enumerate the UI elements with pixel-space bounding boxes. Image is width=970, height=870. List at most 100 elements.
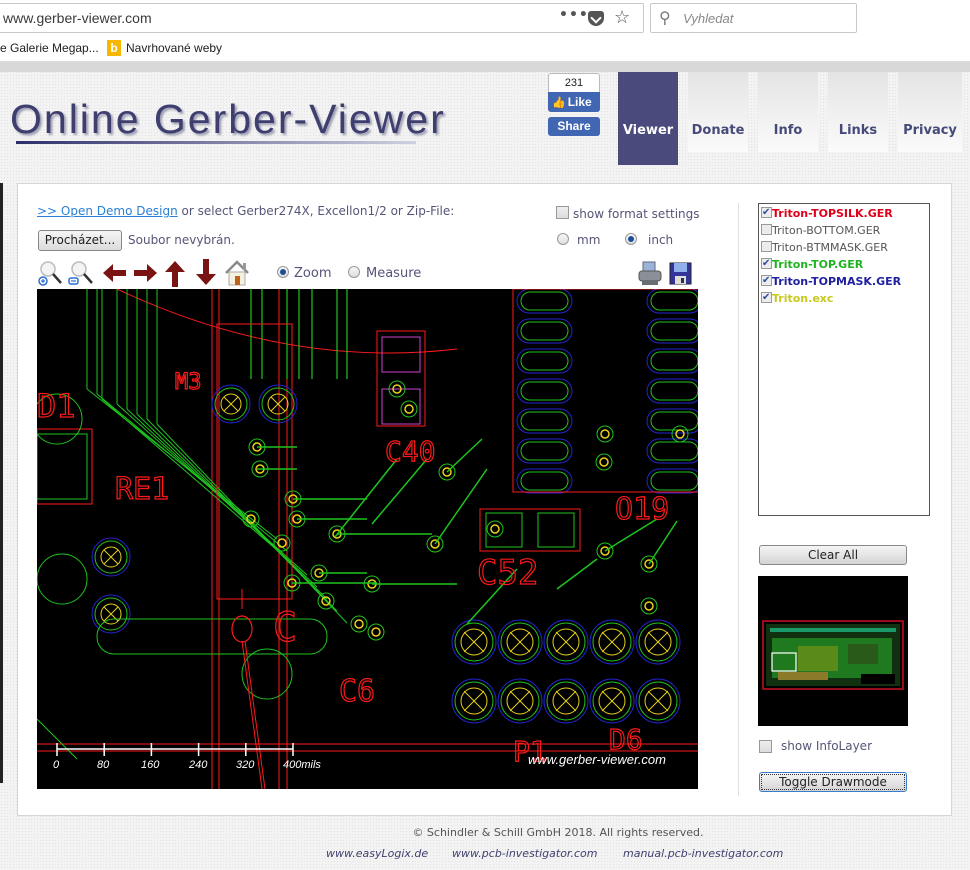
facebook-like-button[interactable]: 👍 Like: [548, 92, 600, 112]
show-format-settings-checkbox[interactable]: [556, 206, 569, 219]
clear-all-button[interactable]: Clear All: [759, 545, 907, 565]
unit-mm-radio[interactable]: [557, 233, 569, 245]
browse-button[interactable]: Procházet...: [38, 230, 122, 251]
footer-link-easylogix[interactable]: www.easyLogix.de: [326, 847, 428, 860]
pad-mask: [646, 468, 698, 494]
overview-minimap[interactable]: [758, 576, 908, 726]
layer-checkbox[interactable]: [761, 289, 772, 306]
layer-list: Triton-TOPSILK.GER Triton-BOTTOM.GER Tri…: [758, 203, 930, 516]
site-logo[interactable]: Online Gerber-Viewer: [10, 96, 446, 143]
layer-name: Triton-TOP.GER: [772, 258, 864, 271]
pan-right-button[interactable]: [131, 259, 157, 287]
trace: [371, 458, 428, 525]
mode-measure-radio[interactable]: [348, 266, 360, 278]
scale-tick-0: 0: [53, 759, 60, 771]
bookmark-galerie[interactable]: e Galerie Megap...: [0, 41, 99, 55]
footer-link-pcb-investigator[interactable]: www.pcb-investigator.com: [452, 847, 597, 860]
show-infolayer-checkbox[interactable]: [759, 740, 772, 753]
thumbs-up-icon: 👍: [552, 97, 566, 109]
pad: [650, 471, 698, 491]
via-drill: [354, 619, 364, 629]
layer-item[interactable]: Triton-TOPSILK.GER: [761, 204, 893, 222]
nav-tab-privacy[interactable]: Privacy: [898, 72, 962, 152]
home-button[interactable]: [224, 259, 250, 287]
bookmark-star-icon[interactable]: ☆: [614, 7, 630, 28]
silkscreen-label: C40: [385, 435, 436, 468]
trace: [434, 468, 488, 545]
via: [486, 520, 504, 538]
pcb-canvas[interactable]: D1 M3 RE1 C40 C52 C C6 O19 D6 P1 0 80 160 240 320…: [37, 289, 698, 789]
unit-inch-label: inch: [648, 233, 674, 247]
layer-item[interactable]: Triton-TOPMASK.GER: [761, 272, 902, 290]
nav-tab-links[interactable]: Links: [828, 72, 888, 152]
layer-item[interactable]: Triton.exc: [761, 289, 833, 307]
silk-outline: [479, 508, 581, 552]
silk-pad: [231, 615, 253, 643]
silkscreen-label: C6: [339, 674, 375, 709]
pad: [520, 321, 569, 341]
trace: [334, 458, 398, 538]
pan-left-icon: [103, 264, 126, 282]
url-text[interactable]: www.gerber-viewer.com: [3, 10, 152, 26]
mode-zoom-radio[interactable]: [277, 266, 289, 278]
toggle-drawmode-button[interactable]: Toggle Drawmode: [759, 772, 907, 792]
via-drill: [371, 627, 381, 637]
nav-tab-viewer[interactable]: Viewer: [618, 72, 678, 165]
footer-link-manual[interactable]: manual.pcb-investigator.com: [623, 847, 783, 860]
via-drill: [404, 404, 414, 414]
bing-icon: b: [107, 40, 121, 56]
bookmark-navrhovane[interactable]: Navrhované weby: [126, 41, 222, 55]
pad-mask: [516, 378, 573, 404]
nav-tab-donate[interactable]: Donate: [688, 72, 748, 152]
scale-tick-320: 320: [236, 759, 255, 771]
silk-outline: [216, 323, 293, 600]
pad: [520, 381, 569, 401]
pad: [537, 512, 575, 548]
pan-down-button[interactable]: [192, 259, 218, 287]
canvas-watermark: www.gerber-viewer.com: [528, 752, 666, 767]
pocket-icon[interactable]: [588, 11, 604, 26]
pad: [520, 411, 569, 431]
via: [400, 400, 418, 418]
via-drill: [644, 601, 654, 611]
pad-mask: [646, 289, 698, 314]
home-icon: [225, 260, 249, 286]
facebook-share-button[interactable]: Share: [548, 117, 600, 136]
print-button[interactable]: [637, 260, 663, 288]
zoom-out-button[interactable]: [68, 259, 94, 287]
layer-checkbox[interactable]: [761, 255, 772, 272]
via: [596, 425, 614, 443]
zoom-in-button[interactable]: [37, 259, 63, 287]
scale-tick-160: 160: [141, 759, 160, 771]
silkscreen-label: C52: [477, 553, 538, 593]
file-instructions: or select Gerber274X, Excellon1/2 or Zip…: [177, 204, 455, 218]
url-bar[interactable]: www.gerber-viewer.com ••• ☆: [0, 3, 644, 33]
layer-checkbox[interactable]: [761, 241, 772, 252]
pad-mask: [516, 289, 573, 314]
logo-underline: [16, 141, 416, 144]
silkscreen-label: RE1: [115, 472, 169, 507]
pan-left-button[interactable]: [101, 259, 127, 287]
layer-name: Triton-TOPMASK.GER: [772, 275, 902, 288]
layer-checkbox[interactable]: [761, 224, 772, 235]
open-demo-link[interactable]: >> Open Demo Design: [37, 204, 178, 218]
nav-tab-info[interactable]: Info: [758, 72, 818, 152]
pad-mask: [646, 318, 698, 344]
page-actions-icon[interactable]: •••: [559, 7, 589, 23]
layer-item[interactable]: Triton-BTMMASK.GER: [761, 239, 888, 256]
no-file-text: Soubor nevybrán.: [128, 233, 235, 247]
layer-item[interactable]: Triton-TOP.GER: [761, 255, 864, 273]
unit-inch-radio[interactable]: [625, 233, 637, 245]
layer-checkbox[interactable]: [761, 204, 772, 221]
search-bar[interactable]: ⚲ Vyhledat: [650, 3, 857, 33]
pan-down-icon: [196, 259, 216, 285]
facebook-like-count: 231: [548, 73, 600, 93]
pan-up-button[interactable]: [161, 259, 187, 287]
layer-item[interactable]: Triton-BOTTOM.GER: [761, 222, 880, 239]
copyright-text: © Schindler & Schill GmbH 2018. All righ…: [412, 826, 704, 839]
silkscreen-label: C: [273, 605, 297, 651]
layer-name: Triton-BOTTOM.GER: [772, 224, 881, 237]
facebook-like-label: Like: [567, 95, 592, 109]
save-button[interactable]: [669, 260, 695, 288]
layer-checkbox[interactable]: [761, 272, 772, 289]
